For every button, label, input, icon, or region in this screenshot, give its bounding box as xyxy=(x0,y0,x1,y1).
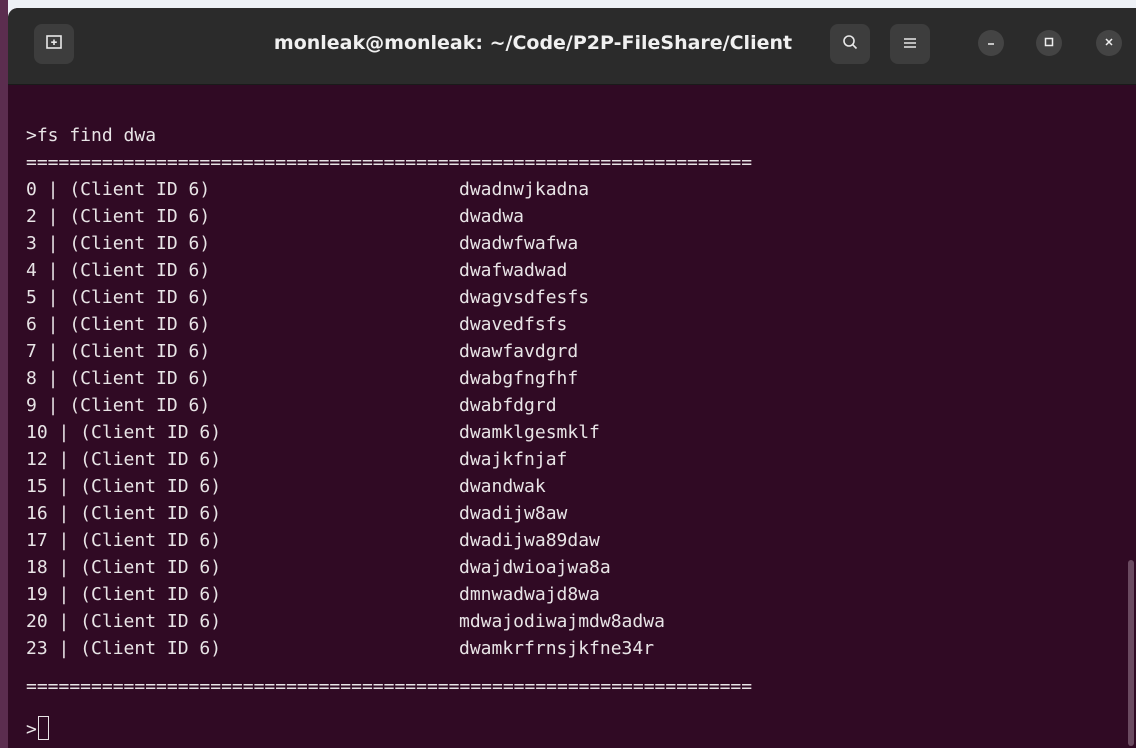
result-id-client: 12 | (Client ID 6) xyxy=(26,449,222,470)
search-button[interactable] xyxy=(830,24,870,64)
result-id-client: 4 | (Client ID 6) xyxy=(26,260,211,281)
result-file-name: dwavedfsfs xyxy=(459,314,568,335)
result-file-name: dwadwa xyxy=(459,206,525,227)
result-file-name: dwamkrfrnsjkfne34r xyxy=(459,638,655,659)
result-id-client: 20 | (Client ID 6) xyxy=(26,611,222,632)
result-id-client: 9 | (Client ID 6) xyxy=(26,395,211,416)
result-row: 17 | (Client ID 6) dwadijwa89daw xyxy=(26,527,1126,554)
titlebar: monleak@monleak: ~/Code/P2P-FileShare/Cl… xyxy=(8,8,1136,85)
result-row: 23 | (Client ID 6) dwamkrfrnsjkfne34r xyxy=(26,635,1126,662)
result-id-client: 17 | (Client ID 6) xyxy=(26,530,222,551)
new-tab-button[interactable] xyxy=(34,24,74,64)
terminal-window: monleak@monleak: ~/Code/P2P-FileShare/Cl… xyxy=(8,8,1136,748)
result-file-name: dwamklgesmklf xyxy=(459,422,600,443)
result-file-name: dwabfdgrd xyxy=(459,395,557,416)
result-row: 16 | (Client ID 6) dwadijw8aw xyxy=(26,500,1126,527)
prompt: > xyxy=(26,719,37,740)
result-file-name: dmnwadwajd8wa xyxy=(459,584,600,605)
result-id-client: 5 | (Client ID 6) xyxy=(26,287,211,308)
result-id-client: 3 | (Client ID 6) xyxy=(26,233,211,254)
close-button[interactable] xyxy=(1096,30,1122,56)
result-file-name: dwafwadwad xyxy=(459,260,568,281)
minimize-icon xyxy=(986,36,996,51)
result-id-client: 16 | (Client ID 6) xyxy=(26,503,222,524)
result-id-client: 10 | (Client ID 6) xyxy=(26,422,222,443)
command-line: >fs find dwa xyxy=(26,125,157,146)
result-row: 9 | (Client ID 6) dwabfdgrd xyxy=(26,392,1126,419)
result-file-name: dwandwak xyxy=(459,476,546,497)
result-file-name: dwabgfngfhf xyxy=(459,368,579,389)
result-id-client: 7 | (Client ID 6) xyxy=(26,341,211,362)
desktop-left-edge xyxy=(0,0,8,748)
result-row: 12 | (Client ID 6) dwajkfnjaf xyxy=(26,446,1126,473)
maximize-button[interactable] xyxy=(1036,30,1062,56)
result-file-name: dwawfavdgrd xyxy=(459,341,579,362)
result-row: 2 | (Client ID 6) dwadwa xyxy=(26,203,1126,230)
result-id-client: 23 | (Client ID 6) xyxy=(26,638,222,659)
result-row: 15 | (Client ID 6) dwandwak xyxy=(26,473,1126,500)
text-cursor xyxy=(38,716,49,740)
result-row: 19 | (Client ID 6) dmnwadwajd8wa xyxy=(26,581,1126,608)
menu-button[interactable] xyxy=(890,24,930,64)
hamburger-menu-icon xyxy=(902,35,918,54)
result-file-name: dwagvsdfesfs xyxy=(459,287,590,308)
result-id-client: 2 | (Client ID 6) xyxy=(26,206,211,227)
separator-top: ========================================… xyxy=(26,152,753,173)
search-icon xyxy=(841,33,859,55)
minimize-button[interactable] xyxy=(978,30,1004,56)
window-title: monleak@monleak: ~/Code/P2P-FileShare/Cl… xyxy=(273,32,793,54)
new-tab-icon xyxy=(45,33,63,55)
scrollbar[interactable] xyxy=(1128,560,1134,746)
result-file-name: dwadijw8aw xyxy=(459,503,568,524)
result-row: 4 | (Client ID 6) dwafwadwad xyxy=(26,257,1126,284)
result-file-name: dwadijwa89daw xyxy=(459,530,600,551)
terminal-output[interactable]: >fs find dwa ===========================… xyxy=(8,84,1136,748)
result-row: 18 | (Client ID 6) dwajdwioajwa8a xyxy=(26,554,1126,581)
separator-bottom: ========================================… xyxy=(26,676,753,697)
result-id-client: 18 | (Client ID 6) xyxy=(26,557,222,578)
result-row: 10 | (Client ID 6) dwamklgesmklf xyxy=(26,419,1126,446)
result-id-client: 15 | (Client ID 6) xyxy=(26,476,222,497)
result-file-name: dwadwfwafwa xyxy=(459,233,579,254)
result-row: 3 | (Client ID 6) dwadwfwafwa xyxy=(26,230,1126,257)
result-file-name: dwadnwjkadna xyxy=(459,179,590,200)
maximize-icon xyxy=(1044,36,1054,51)
result-id-client: 6 | (Client ID 6) xyxy=(26,314,211,335)
result-row: 6 | (Client ID 6) dwavedfsfs xyxy=(26,311,1126,338)
close-icon xyxy=(1104,36,1114,51)
result-row: 20 | (Client ID 6) mdwajodiwajmdw8adwa xyxy=(26,608,1126,635)
result-row: 7 | (Client ID 6) dwawfavdgrd xyxy=(26,338,1126,365)
result-row: 0 | (Client ID 6) dwadnwjkadna xyxy=(26,176,1126,203)
result-file-name: mdwajodiwajmdw8adwa xyxy=(459,611,665,632)
result-row: 5 | (Client ID 6) dwagvsdfesfs xyxy=(26,284,1126,311)
result-id-client: 8 | (Client ID 6) xyxy=(26,368,211,389)
result-id-client: 19 | (Client ID 6) xyxy=(26,584,222,605)
result-row: 8 | (Client ID 6) dwabgfngfhf xyxy=(26,365,1126,392)
result-id-client: 0 | (Client ID 6) xyxy=(26,179,211,200)
result-file-name: dwajkfnjaf xyxy=(459,449,568,470)
result-file-name: dwajdwioajwa8a xyxy=(459,557,611,578)
